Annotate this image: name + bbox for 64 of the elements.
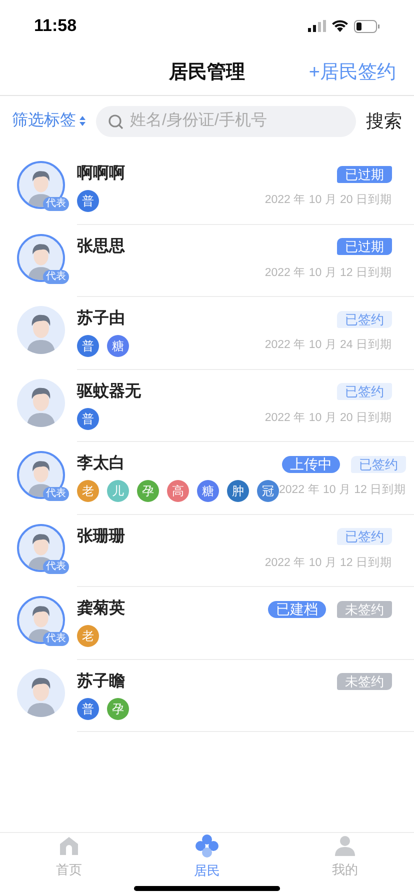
health-tag: 糖 (197, 480, 219, 502)
resident-row[interactable]: 代表 张珊珊 已签约 2022 年 10 月 12 日到期 (0, 514, 414, 587)
resident-name: 苏子瞻 (77, 672, 125, 692)
health-tag: 儿 (107, 480, 129, 502)
sign-status-badge: 已签约 (351, 456, 406, 472)
resident-name: 啊啊啊 (77, 164, 125, 184)
health-tag: 老 (77, 625, 99, 647)
sign-status-badge: 已签约 (337, 383, 392, 400)
sign-status-badge: 未签约 (337, 673, 392, 690)
resident-row[interactable]: 代表 龚菊英 已建档 未签约 老 (0, 587, 414, 660)
resident-name: 驱蚊器无 (77, 382, 141, 402)
search-field[interactable]: 姓名/身份证/手机号 (96, 106, 356, 136)
health-tag: 冠 (257, 480, 279, 502)
sign-status-badge: 已过期 (337, 238, 392, 255)
resident-name: 龚菊英 (77, 598, 125, 619)
resident-row[interactable]: 代表 啊啊啊 已过期 普 2022 年 10 月 20 日到期 (0, 152, 414, 224)
wifi-icon (332, 20, 348, 32)
health-tag: 普 (77, 698, 99, 720)
sign-status-badge: 已过期 (337, 166, 392, 182)
resident-name: 李太白 (77, 454, 125, 474)
status-time: 11:58 (34, 15, 77, 38)
resident-row[interactable]: 苏子由 已签约 普 糖 2022 年 10 月 24 日到期 (0, 297, 414, 370)
person-icon (334, 835, 356, 858)
health-tag: 高 (167, 480, 189, 502)
search-button[interactable]: 搜索 (366, 108, 402, 134)
representative-badge: 代表 (43, 270, 69, 284)
due-date: 2022 年 10 月 12 日到期 (264, 266, 392, 281)
home-icon (58, 835, 80, 858)
health-tag: 孕 (107, 698, 129, 720)
clover-icon (195, 834, 219, 858)
signal-icon (308, 20, 326, 32)
resident-row[interactable]: 代表 张思思 已过期 2022 年 10 月 12 日到期 (0, 224, 414, 297)
sort-arrows-icon (79, 115, 86, 127)
representative-badge: 代表 (43, 487, 69, 501)
sign-status-badge: 已签约 (337, 528, 392, 545)
representative-badge: 代表 (43, 197, 69, 211)
health-tag: 普 (77, 190, 99, 212)
sign-status-badge: 已签约 (337, 310, 392, 328)
resident-name: 苏子由 (77, 308, 125, 329)
health-tag: 普 (77, 335, 99, 357)
due-date: 2022 年 10 月 12 日到期 (264, 556, 392, 571)
due-date: 2022 年 10 月 24 日到期 (264, 338, 392, 354)
resident-name: 张珊珊 (77, 526, 125, 546)
due-date: 2022 年 10 月 20 日到期 (264, 192, 392, 208)
resident-name: 张思思 (77, 236, 125, 256)
due-date: 2022 年 10 月 12 日到期 (279, 482, 406, 498)
resident-row[interactable]: 代表 李太白 上传中 已签约 老 儿 孕 高 糖 肿 冠 2022 年 10 月 12 日到期 (0, 442, 414, 514)
resident-row[interactable]: 驱蚊器无 已签约 普 2022 年 10 月 20 日到期 (0, 370, 414, 442)
battery-icon (354, 20, 380, 32)
health-tag: 孕 (137, 480, 159, 502)
resident-row[interactable]: 苏子瞻 未签约 普 孕 (0, 660, 414, 732)
representative-badge: 代表 (43, 560, 69, 574)
sign-status-badge: 未签约 (337, 600, 392, 618)
filter-tags-button[interactable]: 筛选标签 (12, 109, 86, 133)
search-icon (108, 114, 124, 130)
page-title: 居民管理 (169, 61, 245, 86)
health-tag: 老 (77, 480, 99, 502)
health-tag: 肿 (227, 480, 249, 502)
health-tag: 普 (77, 408, 99, 430)
health-tag: 糖 (107, 335, 129, 357)
due-date: 2022 年 10 月 20 日到期 (264, 410, 392, 426)
record-status-badge: 上传中 (282, 456, 340, 472)
representative-badge: 代表 (43, 632, 69, 646)
record-status-badge: 已建档 (268, 600, 326, 618)
